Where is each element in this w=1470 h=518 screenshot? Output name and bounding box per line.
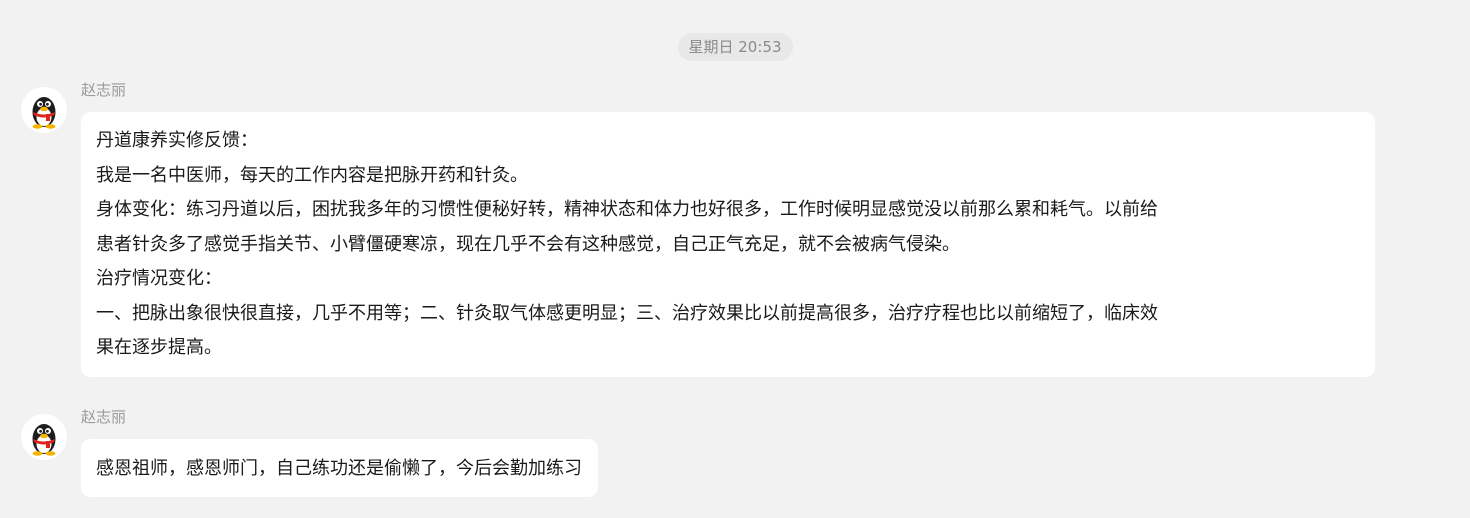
- message-line: 我是一名中医师，每天的工作内容是把脉开药和针灸。: [96, 164, 528, 186]
- timestamp-row: 星期日 20:53: [0, 33, 1470, 61]
- qq-penguin-icon: [32, 424, 56, 456]
- message-line: 治疗情况变化：: [96, 268, 222, 289]
- qq-penguin-icon: [32, 97, 56, 129]
- message-line: 一、把脉出象很快很直接，几乎不用等；二、针灸取气体感更明显；三、治疗效果比以前提…: [96, 302, 1158, 324]
- avatar[interactable]: [21, 87, 67, 133]
- timestamp: 星期日 20:53: [677, 33, 793, 61]
- message-line: 患者针灸多了感觉手指关节、小臂僵硬寒凉，现在几乎不会有这种感觉，自己正气充足，就…: [96, 233, 960, 255]
- sender-name: 赵志丽: [81, 81, 127, 99]
- message-bubble[interactable]: 丹道康养实修反馈： 我是一名中医师，每天的工作内容是把脉开药和针灸。 身体变化：…: [81, 112, 1375, 377]
- message-line: 身体变化：练习丹道以后，困扰我多年的习惯性便秘好转，精神状态和体力也好很多，工作…: [96, 199, 1158, 220]
- message-bubble[interactable]: 感恩祖师，感恩师门，自己练功还是偷懒了，今后会勤加练习: [81, 439, 598, 497]
- message-line: 果在逐步提高。: [96, 337, 222, 358]
- message-line: 感恩祖师，感恩师门，自己练功还是偷懒了，今后会勤加练习: [96, 458, 582, 479]
- avatar[interactable]: [21, 414, 67, 460]
- sender-name: 赵志丽: [81, 408, 127, 426]
- message-line: 丹道康养实修反馈：: [96, 130, 258, 151]
